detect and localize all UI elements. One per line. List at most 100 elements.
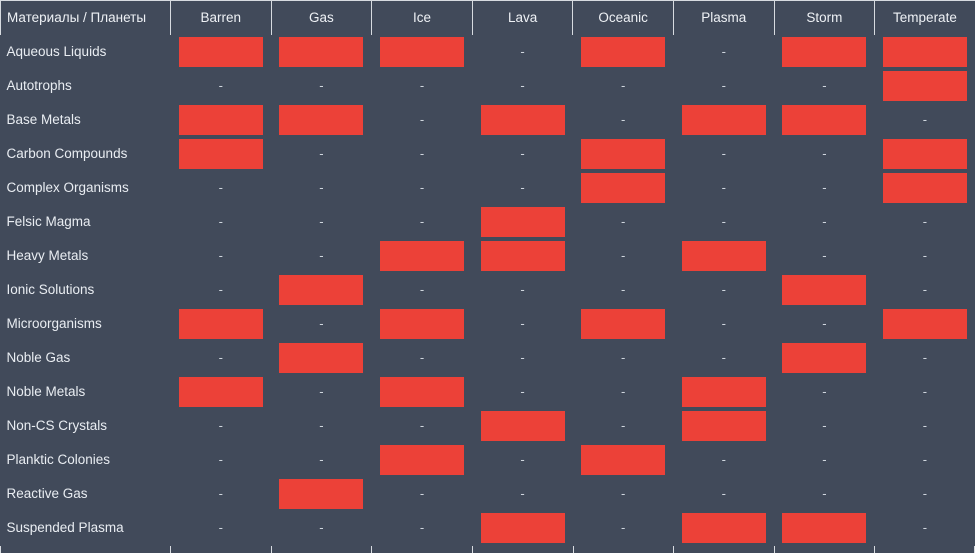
matrix-cell[interactable]: - [170,442,272,477]
matrix-cell[interactable]: - [271,170,372,205]
column-header-temperate[interactable]: Temperate [874,0,975,35]
matrix-cell[interactable]: - [673,340,775,375]
matrix-cell[interactable]: - [371,510,473,545]
matrix-cell[interactable] [572,442,674,477]
matrix-cell[interactable]: - [472,170,573,205]
matrix-cell[interactable]: - [572,408,674,443]
matrix-cell[interactable] [371,306,473,341]
matrix-cell[interactable]: - [673,170,775,205]
matrix-cell[interactable]: - [874,374,975,409]
matrix-cell[interactable]: - [271,306,372,341]
matrix-cell[interactable]: - [472,442,573,477]
matrix-cell[interactable]: - [673,306,775,341]
matrix-cell[interactable]: - [472,476,573,511]
matrix-cell[interactable] [874,136,975,171]
matrix-cell[interactable]: - [874,102,975,137]
matrix-cell[interactable]: - [170,204,272,239]
matrix-cell[interactable]: - [774,374,875,409]
matrix-cell[interactable] [673,408,775,443]
matrix-cell[interactable]: - [874,238,975,273]
matrix-cell[interactable]: - [774,136,875,171]
matrix-cell[interactable]: - [874,510,975,545]
matrix-cell[interactable]: - [371,136,473,171]
matrix-cell[interactable]: - [572,340,674,375]
matrix-cell[interactable]: - [170,476,272,511]
matrix-cell[interactable]: - [271,68,372,103]
matrix-cell[interactable] [472,408,573,443]
matrix-cell[interactable] [572,170,674,205]
matrix-cell[interactable] [874,68,975,103]
matrix-cell[interactable]: - [572,476,674,511]
matrix-cell[interactable] [774,510,875,545]
matrix-cell[interactable]: - [874,442,975,477]
matrix-cell[interactable]: - [774,170,875,205]
matrix-cell[interactable]: - [371,102,473,137]
matrix-cell[interactable]: - [673,136,775,171]
matrix-cell[interactable] [673,510,775,545]
matrix-cell[interactable]: - [774,306,875,341]
matrix-cell[interactable]: - [271,510,372,545]
matrix-cell[interactable]: - [774,442,875,477]
matrix-cell[interactable] [271,340,372,375]
matrix-cell[interactable]: - [874,340,975,375]
column-header-gas[interactable]: Gas [270,0,372,35]
matrix-cell[interactable]: - [170,340,272,375]
matrix-cell[interactable]: - [472,306,573,341]
matrix-cell[interactable]: - [170,272,272,307]
matrix-cell[interactable] [371,238,473,273]
matrix-cell[interactable] [472,238,573,273]
matrix-cell[interactable]: - [371,340,473,375]
matrix-cell[interactable] [271,476,372,511]
matrix-cell[interactable] [170,136,272,171]
matrix-cell[interactable] [774,34,875,69]
matrix-cell[interactable]: - [271,136,372,171]
matrix-cell[interactable]: - [572,238,674,273]
matrix-cell[interactable] [170,306,272,341]
matrix-cell[interactable]: - [774,408,875,443]
matrix-cell[interactable]: - [472,68,573,103]
matrix-cell[interactable]: - [673,272,775,307]
column-header-storm[interactable]: Storm [773,0,875,35]
matrix-cell[interactable]: - [572,374,674,409]
matrix-cell[interactable]: - [371,272,473,307]
matrix-cell[interactable] [371,374,473,409]
matrix-cell[interactable]: - [774,238,875,273]
matrix-cell[interactable] [472,102,573,137]
matrix-cell[interactable] [170,102,272,137]
matrix-cell[interactable] [774,272,875,307]
matrix-cell[interactable]: - [874,408,975,443]
matrix-cell[interactable]: - [774,68,875,103]
matrix-cell[interactable]: - [271,374,372,409]
matrix-cell[interactable]: - [472,374,573,409]
matrix-cell[interactable] [271,102,372,137]
matrix-cell[interactable] [572,306,674,341]
matrix-cell[interactable]: - [673,68,775,103]
matrix-cell[interactable]: - [371,408,473,443]
matrix-cell[interactable]: - [572,204,674,239]
matrix-cell[interactable]: - [472,136,573,171]
matrix-cell[interactable]: - [271,238,372,273]
matrix-cell[interactable]: - [371,170,473,205]
matrix-cell[interactable]: - [774,204,875,239]
matrix-cell[interactable] [170,374,272,409]
matrix-cell[interactable]: - [371,204,473,239]
matrix-cell[interactable]: - [572,102,674,137]
matrix-cell[interactable]: - [774,476,875,511]
matrix-cell[interactable] [572,136,674,171]
matrix-cell[interactable]: - [673,476,775,511]
matrix-cell[interactable] [472,510,573,545]
matrix-cell[interactable] [874,170,975,205]
matrix-cell[interactable]: - [572,68,674,103]
column-header-barren[interactable]: Barren [170,0,272,35]
matrix-cell[interactable]: - [271,204,372,239]
matrix-cell[interactable]: - [673,442,775,477]
matrix-cell[interactable]: - [371,476,473,511]
matrix-cell[interactable] [673,238,775,273]
column-header-oceanic[interactable]: Oceanic [572,0,674,35]
matrix-cell[interactable] [472,204,573,239]
matrix-cell[interactable] [774,102,875,137]
matrix-cell[interactable]: - [572,272,674,307]
matrix-cell[interactable]: - [271,442,372,477]
matrix-cell[interactable] [371,34,473,69]
matrix-cell[interactable] [271,34,372,69]
